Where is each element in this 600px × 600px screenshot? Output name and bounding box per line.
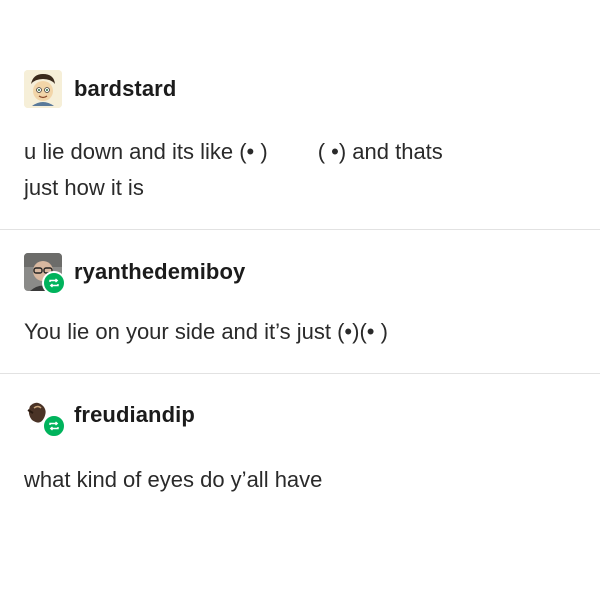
post-text-line: just how it is	[24, 175, 144, 200]
post-text: u lie down and its like (• ) ( •) and tha…	[24, 134, 443, 206]
post-text: You lie on your side and it’s just (•)(•…	[24, 319, 388, 344]
reblog-icon	[42, 414, 66, 438]
post-text-segment: ( •) and thats	[317, 139, 443, 164]
post-header: freudiandip	[24, 396, 195, 438]
post-text-line: u lie down and its like (• ) ( •) and tha…	[24, 134, 443, 170]
post-divider	[0, 373, 600, 374]
post-divider	[0, 229, 600, 230]
cartoon-avatar-icon	[24, 70, 62, 108]
user-avatar[interactable]	[24, 253, 66, 295]
username[interactable]: bardstard	[74, 76, 176, 102]
post-text: what kind of eyes do y’all have	[24, 467, 323, 492]
username[interactable]: freudiandip	[74, 402, 195, 428]
post-text-segment: u lie down and its like (• )	[24, 139, 268, 164]
username[interactable]: ryanthedemiboy	[74, 259, 245, 285]
post-header: bardstard	[24, 70, 176, 108]
reblog-icon	[42, 271, 66, 295]
post-header: ryanthedemiboy	[24, 253, 245, 295]
user-avatar[interactable]	[24, 396, 66, 438]
user-avatar[interactable]	[24, 70, 62, 108]
